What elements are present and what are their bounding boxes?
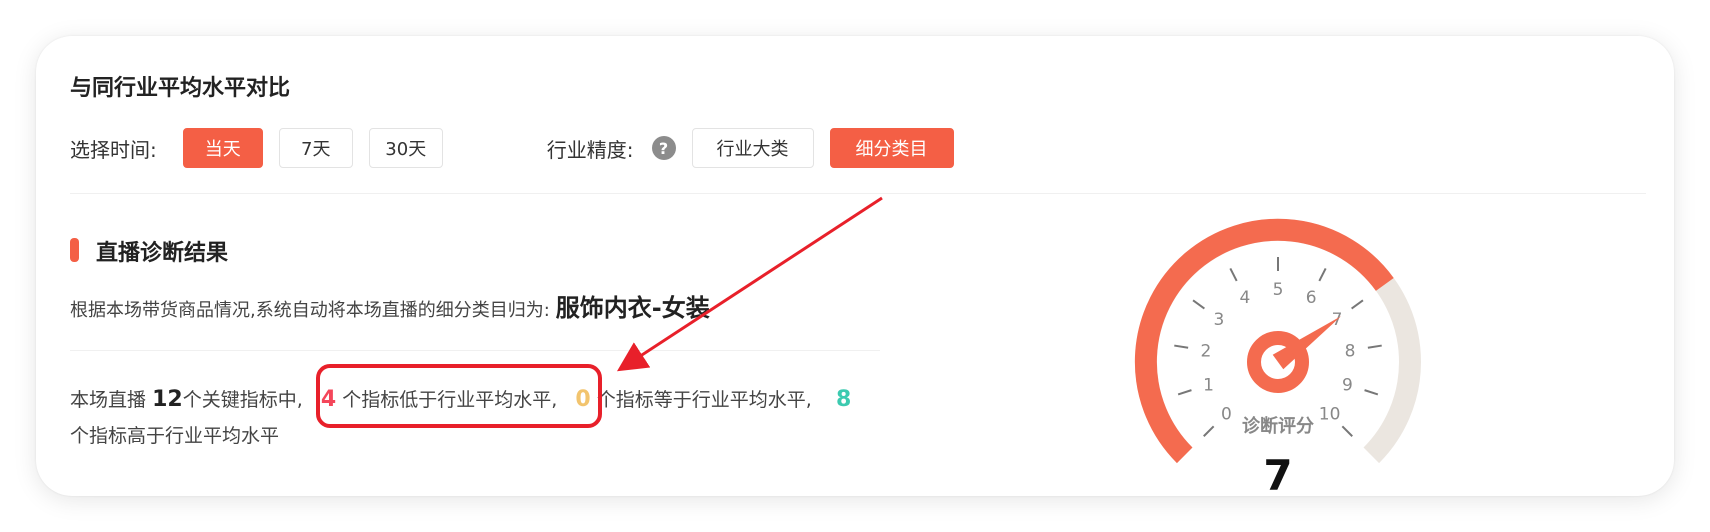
gauge-tick	[1341, 425, 1353, 437]
gauge-tick	[1192, 299, 1205, 310]
gauge-tick	[1174, 344, 1189, 349]
gauge-tick-label: 9	[1342, 376, 1353, 396]
gauge-tick	[1177, 389, 1192, 396]
gauge-tick-label: 6	[1306, 288, 1317, 308]
score-gauge: 01234 5 678910 诊断评分 7	[1134, 218, 1421, 500]
gauge-tick	[1351, 299, 1364, 310]
gauge-tick-label: 8	[1345, 342, 1356, 362]
gauge-tick-label: 10	[1319, 405, 1341, 425]
gauge-caption: 诊断评分	[1242, 415, 1314, 437]
gauge-score: 7	[1263, 451, 1292, 500]
gauge-tick-label: 1	[1203, 376, 1214, 396]
gauge-tick-label: 3	[1214, 310, 1225, 330]
gauge-tick-label: 5	[1273, 280, 1284, 300]
gauge-tick	[1318, 267, 1327, 282]
gauge-tick	[1367, 344, 1382, 349]
gauge-tick-label: 7	[1332, 310, 1343, 330]
gauge-tick	[1229, 267, 1238, 282]
gauge-tick-label: 0	[1221, 405, 1232, 425]
gauge-tick-label: 2	[1200, 342, 1211, 362]
gauge-tick-label: 4	[1239, 288, 1250, 308]
gauge-tick	[1364, 389, 1379, 396]
gauge-tick	[1203, 425, 1215, 437]
